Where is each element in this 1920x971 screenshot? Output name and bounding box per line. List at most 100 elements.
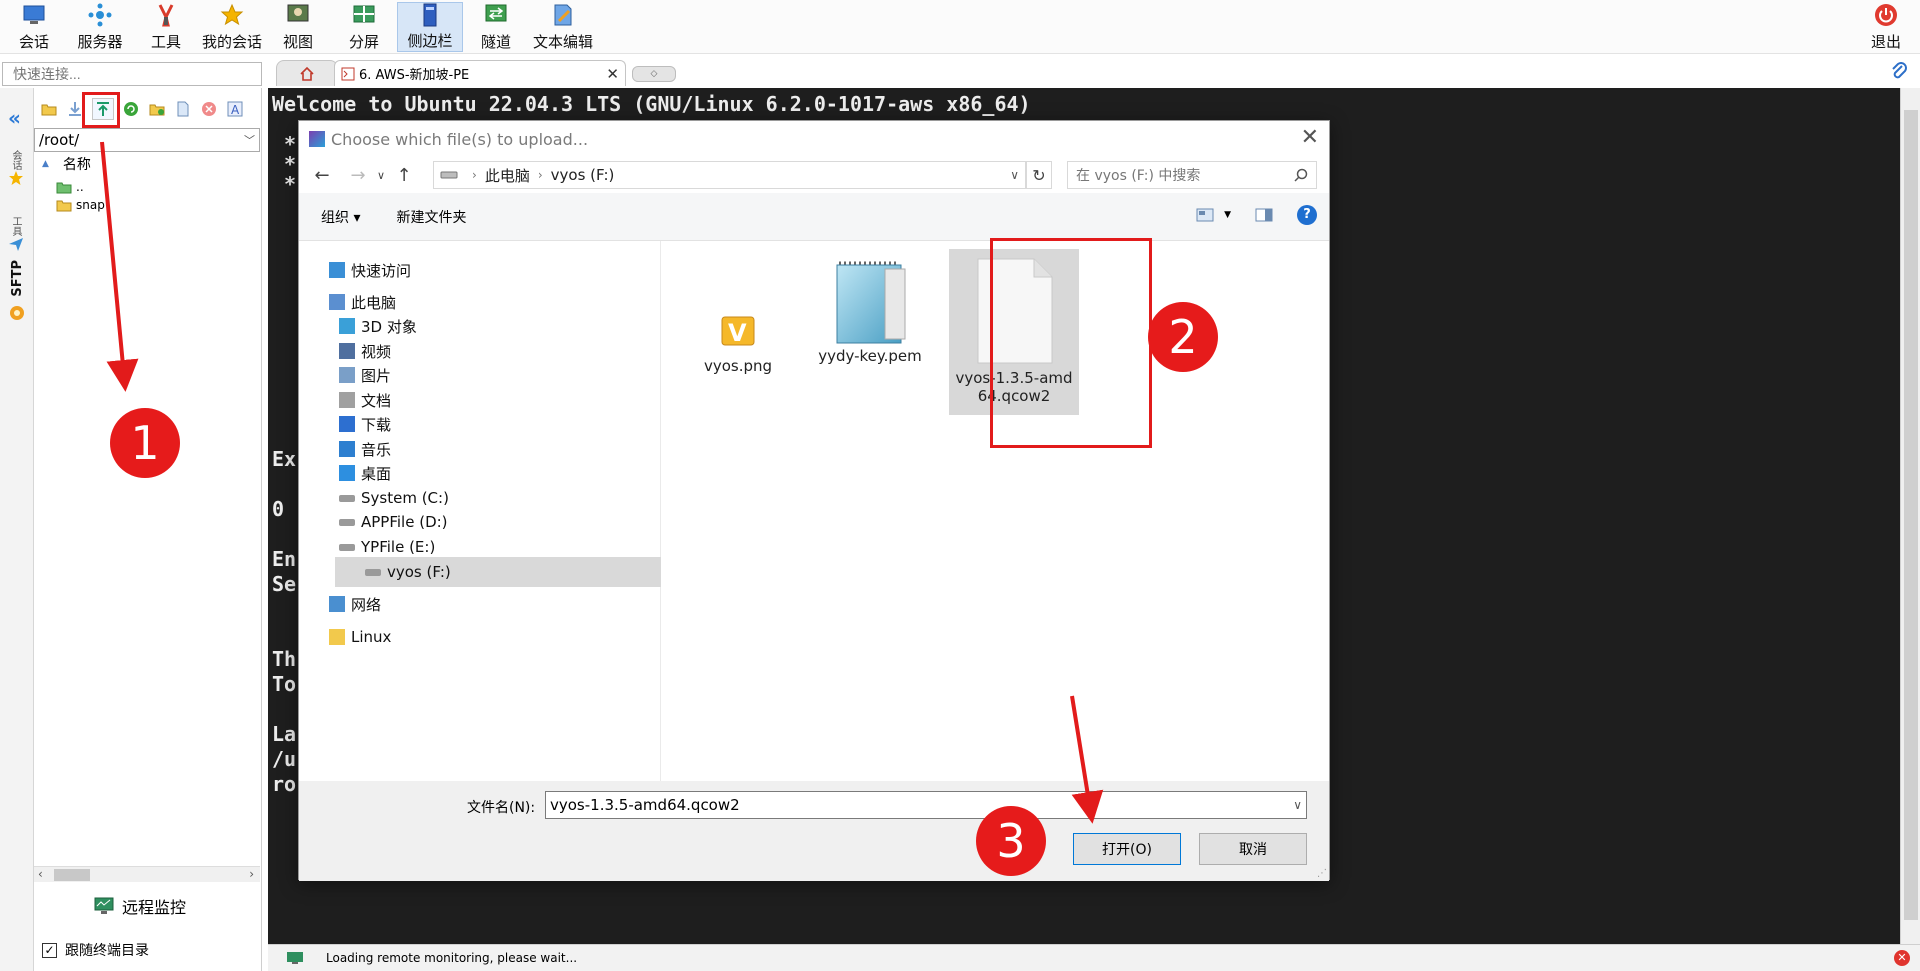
sessions-vtab[interactable]: 会话 — [8, 150, 24, 190]
refresh-icon[interactable] — [122, 100, 140, 118]
breadcrumb-this-pc[interactable]: 此电脑 — [485, 165, 530, 186]
scrollbar-thumb[interactable] — [1904, 110, 1918, 920]
collapse-sidebar-icon[interactable]: « — [8, 106, 21, 130]
toolbar-label: 隧道 — [480, 33, 511, 51]
quick-connect-input[interactable] — [2, 62, 262, 86]
view-icon — [1196, 208, 1214, 222]
nav-item-12[interactable]: vyos (F:) — [335, 557, 661, 587]
exit-button[interactable]: 退出 — [1858, 2, 1914, 52]
nav-item-13[interactable]: 网络 — [329, 589, 381, 619]
status-bar: Loading remote monitoring, please wait..… — [268, 944, 1920, 971]
sftp-toolbar: A — [34, 96, 262, 122]
up-arrow-icon[interactable]: ↑ — [391, 165, 417, 186]
recent-locations-chevron-icon[interactable]: ∨ — [371, 169, 391, 182]
tree-entry-snap[interactable]: snap — [56, 198, 105, 212]
breadcrumb-drive[interactable]: vyos (F:) — [551, 166, 615, 184]
session-tab[interactable]: 6. AWS-新加坡-PE ✕ — [334, 60, 626, 86]
sidebar-icon — [417, 3, 443, 27]
sftp-vtab[interactable]: SFTP — [4, 260, 30, 360]
dialog-title-bar: Choose which file(s) to upload... ✕ — [299, 121, 1329, 157]
new-file-icon[interactable] — [174, 100, 192, 118]
follow-terminal-dir-toggle[interactable]: ✓ 跟随终端目录 — [42, 940, 149, 960]
server-icon — [87, 2, 113, 28]
new-folder-icon[interactable] — [148, 100, 166, 118]
back-arrow-icon[interactable]: ← — [309, 165, 335, 186]
toolbar-sidebar-button[interactable]: 侧边栏 — [397, 2, 463, 52]
open-button[interactable]: 打开(O) — [1073, 833, 1181, 865]
toolbar-text-edit-button[interactable]: 文本编辑 — [530, 2, 596, 52]
desktop-icon — [339, 465, 355, 481]
sftp-horizontal-scrollbar[interactable]: ‹ › — [34, 866, 260, 882]
scrollbar-thumb[interactable] — [54, 869, 90, 881]
file-name: vyos.png — [703, 357, 773, 375]
power-icon — [1873, 2, 1899, 28]
change-view-button[interactable]: ▼ — [1196, 208, 1231, 222]
terminal-line: Welcome to Ubuntu 22.04.3 LTS (GNU/Linux… — [272, 92, 1031, 116]
toolbar-my-sessions-button[interactable]: 我的会话 — [200, 2, 264, 52]
terminal-line: * — [272, 172, 297, 196]
toolbar-view-button[interactable]: 视图 — [280, 2, 316, 52]
picture-icon — [339, 367, 355, 383]
nav-item-label: 文档 — [361, 391, 392, 410]
new-folder-button[interactable]: 新建文件夹 — [396, 207, 466, 227]
paperclip-icon[interactable] — [1890, 62, 1908, 86]
toolbar-tunnel-button[interactable]: 隧道 — [478, 2, 514, 52]
toolbar-label: 我的会话 — [201, 33, 262, 51]
scroll-right-icon[interactable]: › — [249, 867, 254, 881]
remote-monitor-button[interactable]: 远程监控 — [94, 894, 186, 918]
preview-pane-icon[interactable] — [1255, 208, 1273, 222]
svg-text:A: A — [231, 103, 240, 117]
nav-item-label: 图片 — [361, 366, 392, 385]
annotation-file-highlight — [990, 238, 1152, 448]
drive-icon — [365, 568, 381, 576]
toolbar-label: 文本编辑 — [532, 33, 593, 51]
chevron-down-icon[interactable]: ∨ — [1293, 798, 1302, 812]
dialog-command-bar: 组织 ▾ 新建文件夹 ▼ ? — [299, 193, 1329, 241]
remote-path-select[interactable]: /root/ ﹀ — [34, 128, 260, 152]
follow-terminal-dir-checkbox[interactable]: ✓ — [42, 942, 57, 958]
new-tab-button[interactable]: ◇ — [632, 66, 676, 82]
file-item-vyos-png[interactable]: V vyos.png — [673, 301, 803, 375]
scroll-left-icon[interactable]: ‹ — [38, 867, 43, 881]
tree-entry-parent[interactable]: .. — [56, 180, 84, 194]
dialog-search-box[interactable]: 在 vyos (F:) 中搜索 — [1067, 161, 1317, 189]
parent-folder-icon[interactable] — [40, 100, 58, 118]
star-icon — [329, 262, 345, 278]
nav-item-14[interactable]: Linux — [329, 622, 391, 652]
toolbar-session-button[interactable]: 会话 — [14, 2, 54, 52]
exit-label: 退出 — [1870, 33, 1901, 51]
resize-grip-icon[interactable]: ⋰ — [1317, 868, 1327, 879]
dialog-close-icon[interactable]: ✕ — [1301, 125, 1319, 150]
terminal-scrollbar[interactable] — [1900, 88, 1920, 944]
rename-icon[interactable]: A — [226, 100, 244, 118]
nav-item-label: Linux — [351, 628, 392, 646]
tools-vtab[interactable]: 工具 — [8, 216, 24, 256]
close-tab-icon[interactable]: ✕ — [606, 65, 619, 83]
forward-arrow-icon[interactable]: → — [345, 165, 371, 186]
tree-entry-label: snap — [76, 198, 105, 212]
toolbar-tools-button[interactable]: 工具 — [146, 2, 186, 52]
sort-asc-icon: ▲ — [42, 159, 49, 169]
cancel-button[interactable]: 取消 — [1199, 833, 1307, 865]
address-bar[interactable]: › 此电脑 › vyos (F:) ∨ — [433, 161, 1026, 189]
chevron-down-icon[interactable]: ∨ — [1010, 168, 1019, 182]
toolbar-split-button[interactable]: 分屏 — [346, 2, 382, 52]
toolbar-server-button[interactable]: 服务器 — [74, 2, 126, 52]
breadcrumb-separator: › — [537, 168, 543, 182]
sftp-vtab-label: SFTP — [9, 260, 25, 297]
home-tab[interactable] — [276, 60, 338, 86]
refresh-button[interactable]: ↻ — [1026, 161, 1052, 189]
breadcrumb-separator: › — [472, 168, 477, 182]
nav-item-0[interactable]: 快速访问 — [329, 255, 411, 285]
file-item-yydy-key-pem[interactable]: yydy-key.pem — [805, 255, 935, 365]
delete-icon[interactable] — [200, 100, 218, 118]
parent-folder-icon — [56, 182, 72, 194]
tree-header[interactable]: ▲ 名称 — [42, 154, 91, 174]
organize-button[interactable]: 组织 ▾ — [321, 207, 360, 227]
toolbar-label: 会话 — [18, 33, 49, 51]
svg-text:V: V — [728, 319, 747, 347]
close-icon[interactable]: ✕ — [1894, 950, 1910, 966]
filename-input[interactable]: vyos-1.3.5-amd64.qcow2 ∨ — [545, 791, 1307, 819]
help-icon[interactable]: ? — [1297, 205, 1317, 225]
send-icon — [9, 238, 23, 251]
